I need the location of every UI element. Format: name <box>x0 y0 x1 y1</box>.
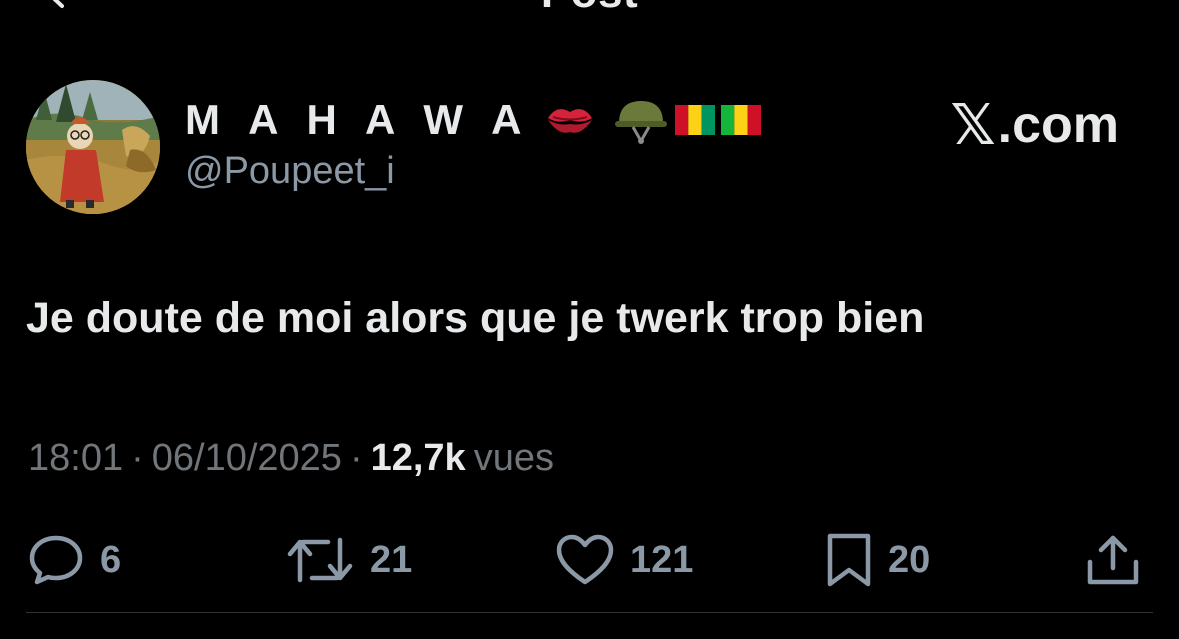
like-button[interactable]: 121 <box>554 530 693 590</box>
bookmark-count: 20 <box>888 538 931 581</box>
heart-icon <box>556 534 614 585</box>
x-logo-icon: 𝕏 <box>950 93 996 156</box>
guinea-flag-icon <box>674 105 715 135</box>
reply-count: 6 <box>100 538 122 581</box>
military-helmet-icon <box>614 101 667 145</box>
post-detail-screen: Post M A H A W A <box>0 0 1179 639</box>
repost-button[interactable]: 21 <box>284 530 412 590</box>
x-com-watermark: 𝕏 .com <box>951 92 1120 158</box>
share-icon <box>1087 535 1139 585</box>
views-count: 12,7k <box>370 437 466 479</box>
kiss-mark-icon <box>547 109 592 133</box>
avatar[interactable] <box>26 80 160 214</box>
meta-separator: · <box>131 437 144 479</box>
action-bar: 6 21 121 20 <box>26 530 1152 590</box>
repost-count: 21 <box>370 538 413 581</box>
reply-icon <box>29 535 83 585</box>
reply-button[interactable]: 6 <box>26 530 121 590</box>
bookmark-icon <box>827 533 871 587</box>
page-title: Post <box>0 0 1179 18</box>
post-time: 18:01 <box>28 437 124 479</box>
author-handle[interactable]: @Poupeet_i <box>185 150 395 193</box>
views-label: vues <box>473 437 554 479</box>
share-button[interactable] <box>1084 530 1142 590</box>
display-name: M A H A W A <box>185 96 531 143</box>
like-count: 121 <box>630 538 694 581</box>
mali-flag-icon <box>720 105 761 135</box>
author-name-row[interactable]: M A H A W A <box>185 95 761 145</box>
post-date: 06/10/2025 <box>151 437 342 479</box>
post-text: Je doute de moi alors que je twerk trop … <box>26 294 925 342</box>
repost-icon <box>287 537 353 583</box>
meta-separator: · <box>349 437 363 479</box>
avatar-illustration <box>26 80 160 214</box>
bookmark-button[interactable]: 20 <box>824 530 930 590</box>
name-emojis <box>545 95 761 145</box>
brand-suffix: .com <box>997 96 1119 154</box>
divider <box>26 612 1153 613</box>
post-meta: 18:01 · 06/10/2025 · 12,7k vues <box>28 437 554 480</box>
